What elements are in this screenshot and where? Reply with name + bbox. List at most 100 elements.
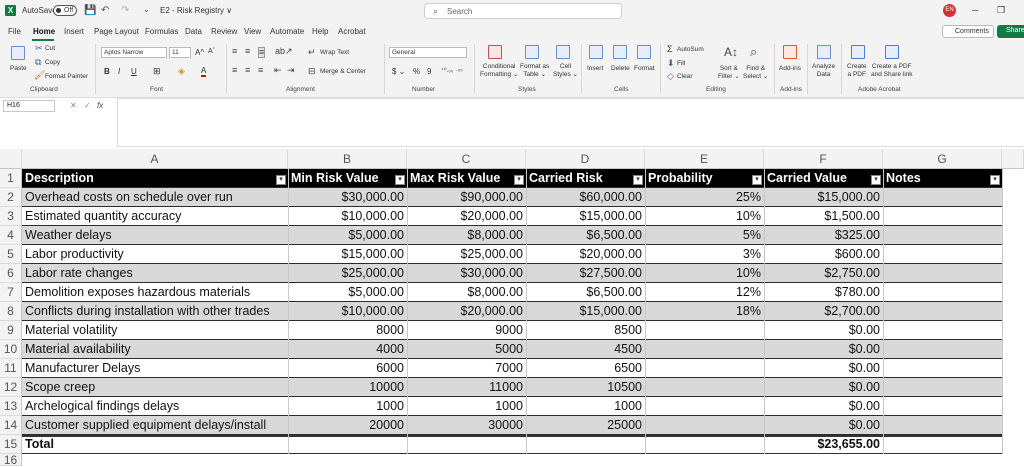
column-header-g[interactable]: G	[883, 149, 1002, 169]
copy-icon[interactable]: ⧉	[35, 58, 41, 67]
row-header[interactable]: 1	[0, 169, 22, 188]
column-header-e[interactable]: E	[645, 149, 764, 169]
row-header[interactable]: 6	[0, 264, 22, 283]
name-box[interactable]: H16	[3, 100, 55, 112]
wrap-text-icon[interactable]: ↵	[308, 48, 316, 57]
tab-help[interactable]: Help	[312, 27, 328, 36]
decrease-font-icon[interactable]: Aˇ	[208, 48, 215, 55]
cell-styles-icon[interactable]	[556, 45, 570, 59]
cell-notes[interactable]	[883, 207, 1002, 226]
cell-notes[interactable]	[883, 302, 1002, 321]
cell-probability[interactable]	[645, 321, 764, 340]
align-bottom-icon[interactable]: ≡	[258, 47, 266, 58]
cell-probability[interactable]	[645, 359, 764, 378]
format-as-table-label[interactable]: Format as Table ⌄	[520, 63, 549, 79]
cell-max-risk[interactable]: 5000	[407, 340, 526, 359]
cancel-icon[interactable]: ✕	[70, 101, 77, 110]
cell-min-risk[interactable]: 10000	[288, 378, 407, 397]
total-label[interactable]: Total	[22, 435, 57, 454]
delete-cells-label[interactable]: Delete	[611, 65, 630, 72]
wrap-text-label[interactable]: Wrap Text	[320, 49, 349, 56]
borders-icon[interactable]: ⊞	[153, 66, 161, 77]
cell-notes[interactable]	[883, 264, 1002, 283]
cell-description[interactable]: Labor rate changes	[22, 264, 288, 283]
cell-max-risk[interactable]: 7000	[407, 359, 526, 378]
cell-carried-value[interactable]: $1,500.00	[764, 207, 883, 226]
cell-min-risk[interactable]: 4000	[288, 340, 407, 359]
cell-carried-value[interactable]: $600.00	[764, 245, 883, 264]
row-header[interactable]: 9	[0, 321, 22, 340]
cell-carried-value[interactable]: $0.00	[764, 359, 883, 378]
tab-file[interactable]: File	[8, 27, 21, 36]
fill-icon[interactable]: ⬇	[667, 59, 675, 68]
cell-max-risk[interactable]: $8,000.00	[407, 283, 526, 302]
find-select-icon[interactable]: ⌕	[750, 45, 757, 58]
total-value[interactable]: $23,655.00	[764, 435, 883, 454]
column-header-b[interactable]: B	[288, 149, 407, 169]
save-icon[interactable]: 💾	[84, 5, 96, 16]
increase-decimal-icon[interactable]: ⁺⁰.₀₀	[441, 67, 453, 74]
align-middle-icon[interactable]: ≡	[245, 47, 250, 56]
cell-carried-risk[interactable]: $27,500.00	[526, 264, 645, 283]
align-center-icon[interactable]: ≡	[245, 66, 250, 75]
row-header[interactable]: 11	[0, 359, 22, 378]
cell-carried-value[interactable]: $15,000.00	[764, 188, 883, 207]
cell-probability[interactable]: 3%	[645, 245, 764, 264]
column-header-a[interactable]: A	[22, 149, 288, 169]
tab-automate[interactable]: Automate	[270, 27, 304, 36]
tab-data[interactable]: Data	[185, 27, 202, 36]
cell-notes[interactable]	[883, 283, 1002, 302]
cell-description[interactable]: Scope creep	[22, 378, 288, 397]
cell-description[interactable]: Manufacturer Delays	[22, 359, 288, 378]
format-as-table-icon[interactable]	[525, 45, 539, 59]
cell-notes[interactable]	[883, 321, 1002, 340]
paste-icon[interactable]	[11, 46, 25, 60]
add-ins-icon[interactable]	[783, 45, 797, 59]
cell-notes[interactable]	[883, 359, 1002, 378]
align-left-icon[interactable]: ≡	[232, 66, 237, 75]
row-header[interactable]: 10	[0, 340, 22, 359]
format-painter-icon[interactable]: 🖌	[34, 71, 45, 80]
cell-carried-value[interactable]: $0.00	[764, 397, 883, 416]
cell-carried-value[interactable]: $0.00	[764, 321, 883, 340]
cell-carried-value[interactable]: $0.00	[764, 378, 883, 397]
create-share-pdf-icon[interactable]	[885, 45, 899, 59]
formula-input[interactable]	[117, 98, 1024, 147]
cell-description[interactable]: Material availability	[22, 340, 288, 359]
select-all-corner[interactable]	[0, 149, 22, 169]
cell-probability[interactable]	[645, 416, 764, 435]
cell-description[interactable]: Conflicts during installation with other…	[22, 302, 288, 321]
percent-icon[interactable]: %	[413, 67, 420, 76]
cell-carried-risk[interactable]: 1000	[526, 397, 645, 416]
tab-view[interactable]: View	[244, 27, 261, 36]
increase-indent-icon[interactable]: ⇥	[287, 66, 295, 75]
italic-icon[interactable]: I	[118, 67, 120, 76]
filter-dropdown-icon[interactable]: ▾	[871, 175, 881, 185]
row-header[interactable]: 12	[0, 378, 22, 397]
cell-description[interactable]: Demolition exposes hazardous materials	[22, 283, 288, 302]
font-name-select[interactable]: Aptos Narrow	[101, 47, 167, 58]
filter-dropdown-icon[interactable]: ▾	[395, 175, 405, 185]
cell-probability[interactable]: 18%	[645, 302, 764, 321]
insert-cells-label[interactable]: Insert	[587, 65, 603, 72]
clear-icon[interactable]: ◇	[667, 72, 674, 81]
cell-max-risk[interactable]: $20,000.00	[407, 302, 526, 321]
create-share-pdf-label[interactable]: Create a PDF and Share link	[871, 63, 913, 79]
row-header[interactable]: 5	[0, 245, 22, 264]
cell-carried-risk[interactable]: 25000	[526, 416, 645, 435]
filter-dropdown-icon[interactable]: ▾	[514, 175, 524, 185]
bold-icon[interactable]: B	[104, 67, 110, 76]
cell-notes[interactable]	[883, 340, 1002, 359]
cell-max-risk[interactable]: $8,000.00	[407, 226, 526, 245]
cell-max-risk[interactable]: $30,000.00	[407, 264, 526, 283]
cell-carried-value[interactable]: $2,700.00	[764, 302, 883, 321]
cell-carried-risk[interactable]: 8500	[526, 321, 645, 340]
cut-label[interactable]: Cut	[45, 45, 55, 52]
format-painter-label[interactable]: Format Painter	[45, 73, 88, 80]
tab-insert[interactable]: Insert	[64, 27, 84, 36]
share-button[interactable]: Share	[997, 25, 1024, 38]
cell-notes[interactable]	[883, 378, 1002, 397]
cell-carried-risk[interactable]: $15,000.00	[526, 207, 645, 226]
cell-description[interactable]: Labor productivity	[22, 245, 288, 264]
decrease-indent-icon[interactable]: ⇤	[274, 66, 282, 75]
